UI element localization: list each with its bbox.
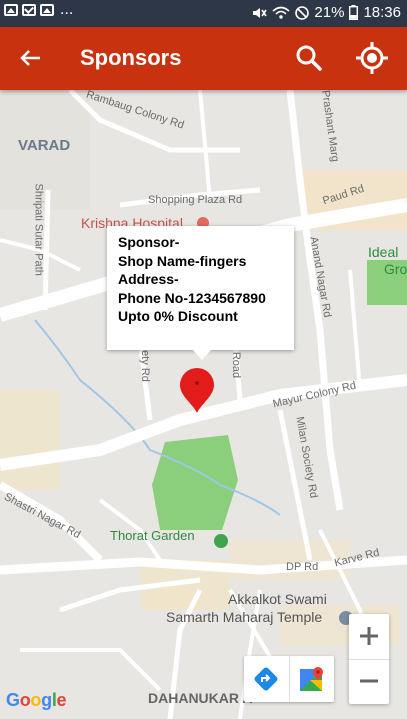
zoom-out-button[interactable] — [349, 659, 389, 705]
google-logo: Google — [6, 690, 67, 710]
info-phone: Phone No-1234567890 — [118, 289, 266, 306]
search-button[interactable] — [292, 41, 326, 75]
my-location-icon — [356, 42, 388, 74]
app-bar: Sponsors — [0, 27, 407, 90]
battery-icon — [349, 5, 359, 20]
battery-percent: 21% — [314, 4, 345, 21]
sponsor-marker[interactable] — [179, 368, 215, 419]
directions-button[interactable] — [244, 656, 289, 702]
map-label-gro: Gro — [384, 261, 407, 277]
system-status: 21% 18:36 — [251, 4, 401, 21]
map-label-road: Road — [230, 351, 243, 379]
map-label-shripati: Shripati Sutar Path — [32, 183, 45, 276]
open-in-maps-button[interactable] — [288, 656, 335, 702]
map-label-dp-rd: DP Rd — [286, 561, 319, 573]
info-discount: Upto 0% Discount — [118, 308, 238, 324]
map-label-shopping-plaza: Shopping Plaza Rd — [148, 194, 243, 206]
my-location-button[interactable] — [353, 39, 391, 77]
clock: 18:36 — [363, 4, 401, 21]
directions-icon — [254, 667, 278, 691]
wifi-icon — [272, 6, 290, 19]
more-notifications: ... — [60, 1, 74, 18]
info-sponsor: Sponsor- — [118, 234, 180, 250]
info-address: Address- — [118, 271, 179, 287]
map-label-ideal: Ideal — [368, 244, 399, 260]
map-label-akkalkot-2: Samarth Maharaj Temple — [166, 609, 323, 625]
image-notification-icon — [40, 4, 54, 16]
page-title: Sponsors — [80, 45, 182, 70]
info-shop-name: Shop Name-fingers — [118, 252, 247, 269]
google-maps-icon — [299, 667, 323, 691]
mail-notification-icon — [22, 4, 36, 16]
map-label-dahanukar: DAHANUKAR A — [148, 690, 253, 706]
zoom-in-button[interactable] — [349, 614, 389, 659]
zoom-controls — [349, 614, 389, 704]
back-button[interactable] — [14, 41, 48, 75]
notification-icons: ... — [4, 1, 74, 18]
map-toolbar — [244, 656, 334, 702]
mute-icon — [253, 7, 268, 18]
image-notification-icon — [4, 4, 18, 16]
map-label-varad: VARAD — [18, 137, 71, 154]
minus-icon — [360, 679, 378, 683]
do-not-disturb-icon — [295, 5, 310, 20]
plus-icon — [360, 627, 378, 645]
status-bar: ... 21% 18:36 — [0, 0, 407, 27]
map-label-thorat-garden: Thorat Garden — [110, 528, 195, 543]
map-pin-icon — [180, 368, 214, 413]
search-icon — [296, 45, 322, 71]
marker-info-window[interactable]: Sponsor- Shop Name-fingers Address- Phon… — [107, 226, 294, 360]
map-label-akkalkot-1: Akkalkot Swami — [228, 591, 327, 607]
arrow-left-icon — [20, 50, 40, 66]
